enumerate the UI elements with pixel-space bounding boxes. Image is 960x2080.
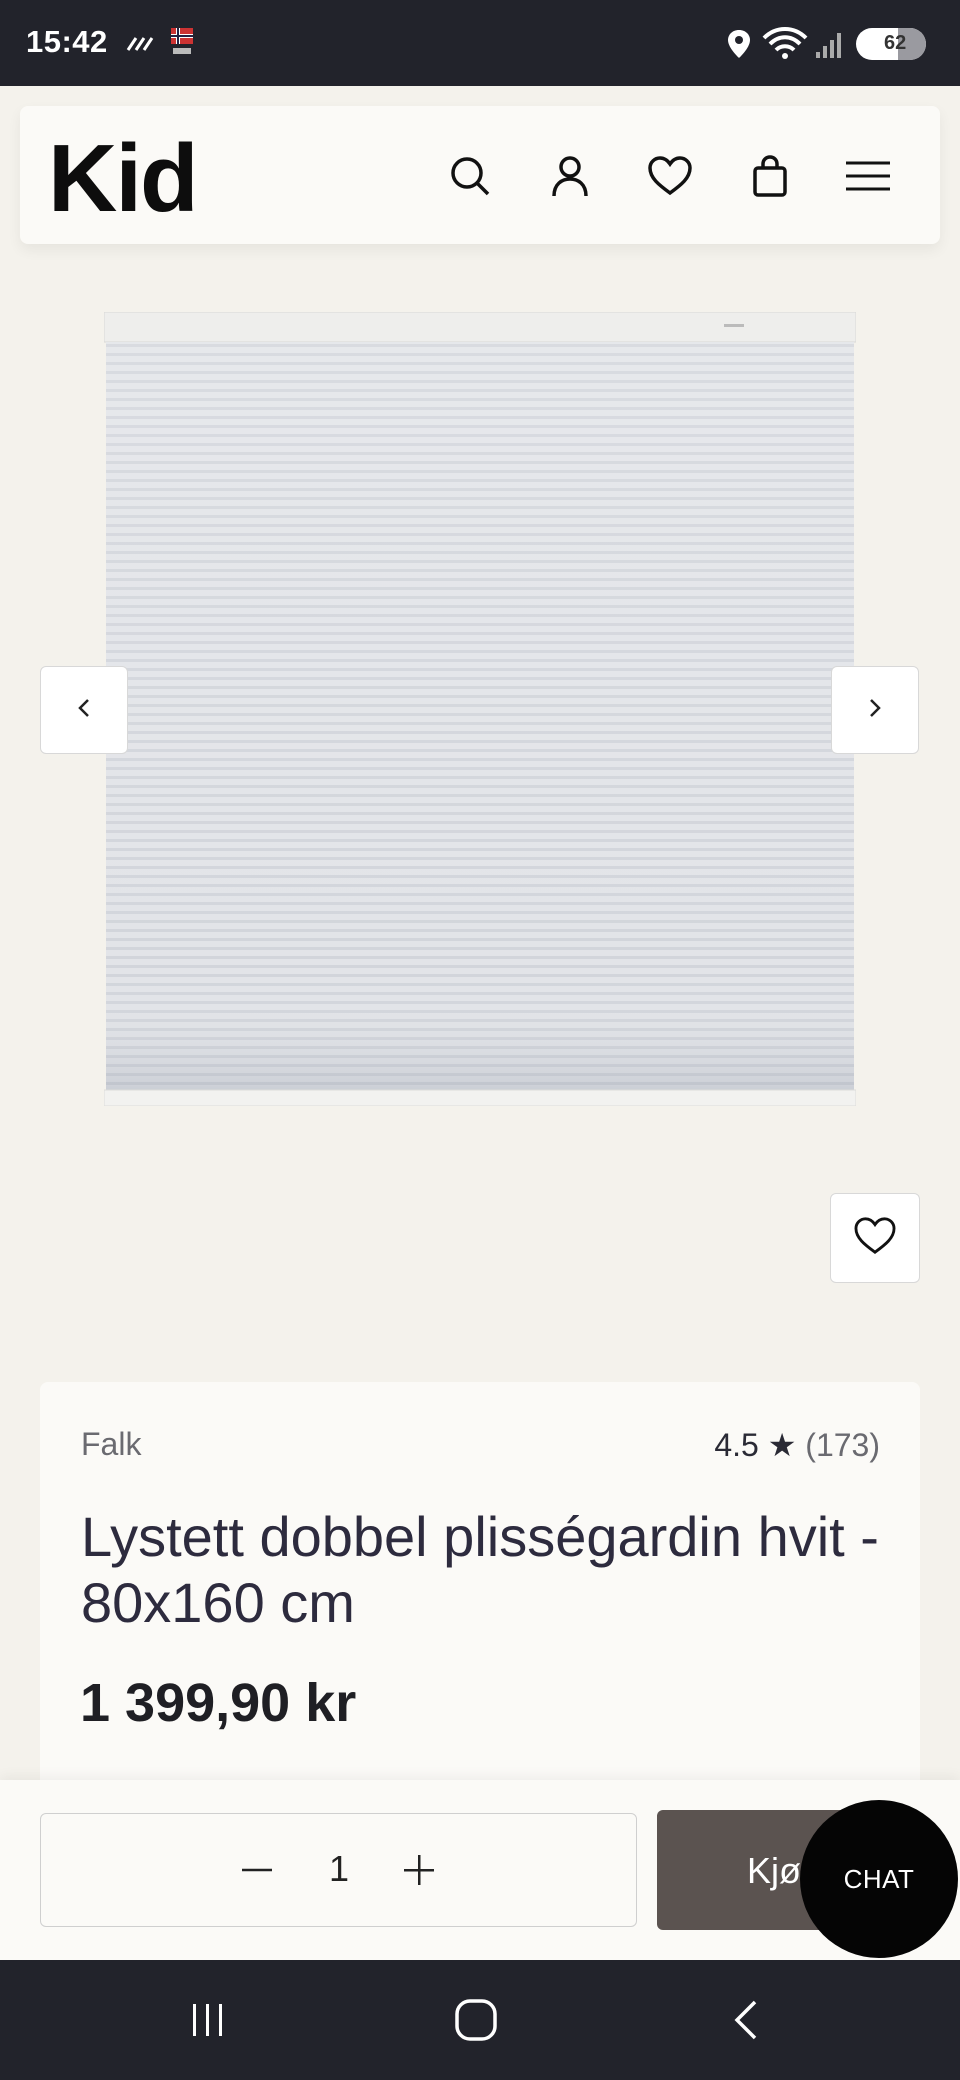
cart-icon[interactable]	[744, 150, 796, 202]
chevron-right-icon	[867, 697, 883, 724]
system-nav-bar	[0, 1960, 960, 2080]
flag-icon	[170, 26, 194, 63]
battery-level: 62	[884, 32, 907, 54]
product-brand[interactable]: Falk	[81, 1426, 141, 1463]
wishlist-icon[interactable]	[644, 150, 696, 202]
wifi-icon	[762, 26, 808, 67]
status-time: 15:42	[26, 24, 108, 59]
rating-value: 4.5	[714, 1427, 759, 1463]
decrease-quantity-button[interactable]	[229, 1842, 285, 1898]
product-price: 1 399,90 kr	[80, 1673, 357, 1733]
search-icon[interactable]	[444, 150, 496, 202]
signal-stream-icon	[124, 30, 158, 59]
chat-button[interactable]: CHAT	[800, 1800, 958, 1958]
gallery-prev-button[interactable]	[40, 666, 128, 754]
status-bar: 15:42 62	[0, 0, 960, 86]
quantity-stepper: 1	[40, 1813, 637, 1927]
increase-quantity-button[interactable]	[391, 1842, 447, 1898]
product-title: Lystett dobbel plisségardin hvit - 80x16…	[81, 1505, 879, 1634]
product-rating[interactable]: 4.5 ★ (173)	[714, 1426, 880, 1464]
back-icon[interactable]	[716, 1990, 776, 2050]
battery-icon: 62	[856, 28, 926, 60]
logo[interactable]: Kid	[48, 124, 199, 234]
review-count: (173)	[805, 1427, 880, 1463]
product-image	[103, 311, 857, 1107]
add-to-wishlist-button[interactable]	[830, 1193, 920, 1283]
gallery-next-button[interactable]	[831, 666, 919, 754]
cell-signal-icon	[814, 30, 844, 65]
home-icon[interactable]	[446, 1990, 506, 2050]
site-header: Kid	[20, 106, 940, 244]
product-info-card: Falk 4.5 ★ (173) Lystett dobbel plisséga…	[40, 1382, 920, 1802]
heart-icon	[853, 1216, 897, 1261]
star-icon: ★	[767, 1427, 797, 1463]
menu-icon[interactable]	[842, 150, 894, 202]
chevron-left-icon	[76, 697, 92, 724]
recent-apps-icon[interactable]	[178, 1990, 238, 2050]
account-icon[interactable]	[544, 150, 596, 202]
location-icon	[726, 28, 752, 65]
quantity-value[interactable]: 1	[317, 1848, 361, 1890]
